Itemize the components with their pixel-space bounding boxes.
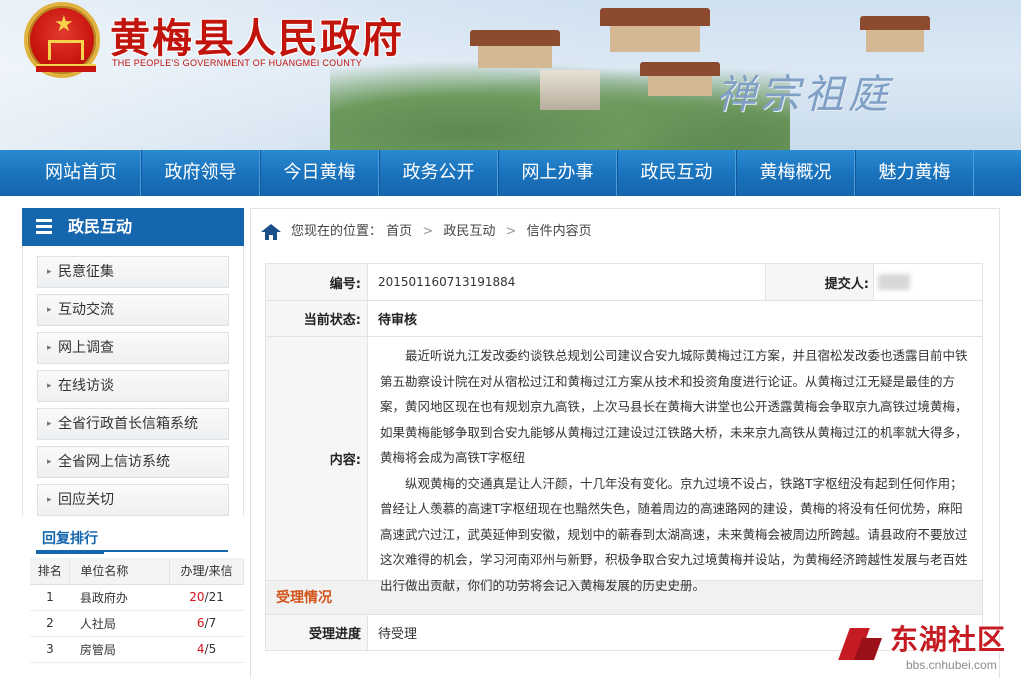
table-row: 1 县政府办 20/21 <box>30 584 244 611</box>
home-icon <box>261 224 281 240</box>
breadcrumb: 您现在的位置： 首页 > 政民互动 > 信件内容页 <box>251 209 999 255</box>
breadcrumb-separator: > <box>422 224 434 239</box>
header-slogan: 禅宗祖庭 <box>716 72 892 118</box>
breadcrumb-prefix: 您现在的位置： <box>291 224 383 239</box>
temple-roof <box>470 30 560 46</box>
ranking-handled: 20 <box>189 590 205 604</box>
status-value: 待审核 <box>378 313 418 328</box>
sidebar-item-online-survey[interactable]: 网上调查 <box>37 332 229 364</box>
sidebar: 政民互动 民意征集 互动交流 网上调查 在线访谈 全省行政首长信箱系统 全省网上… <box>22 208 244 678</box>
watermark-logo-icon <box>838 624 883 666</box>
nav-item-charm[interactable]: 魅力黄梅 <box>855 150 974 196</box>
ranking-count: 20/21 <box>169 584 244 611</box>
ranking-total: 21 <box>208 590 224 604</box>
submitter-label: 提交人: <box>766 264 874 300</box>
site-header: ★ 黄梅县人民政府 THE PEOPLE'S GOVERNMENT OF HUA… <box>0 0 1021 150</box>
ranking-rank: 2 <box>30 610 70 637</box>
nav-item-interaction[interactable]: 政民互动 <box>617 150 736 196</box>
ranking-rank: 3 <box>30 636 70 663</box>
ranking-count: 6/7 <box>169 610 244 637</box>
nav-item-leaders[interactable]: 政府领导 <box>141 150 260 196</box>
ranking-table: 排名 单位名称 办理/来信 1 县政府办 20/21 2 人社局 6/7 3 房… <box>30 558 244 663</box>
sidebar-menu: 民意征集 互动交流 网上调查 在线访谈 全省行政首长信箱系统 全省网上信访系统 … <box>22 246 244 516</box>
ranking-title: 回复排行 <box>36 524 228 554</box>
nav-item-public-affairs[interactable]: 政务公开 <box>379 150 498 196</box>
breadcrumb-current: 信件内容页 <box>526 224 592 239</box>
sidebar-item-responses[interactable]: 回应关切 <box>37 484 229 516</box>
temple-roof <box>600 8 710 26</box>
nav-item-overview[interactable]: 黄梅概况 <box>736 150 855 196</box>
temple-wall <box>648 76 712 96</box>
main-nav: 网站首页 政府领导 今日黄梅 政务公开 网上办事 政民互动 黄梅概况 魅力黄梅 <box>0 150 1021 196</box>
nav-item-home[interactable]: 网站首页 <box>22 150 141 196</box>
star-icon: ★ <box>54 12 74 37</box>
letter-detail: 编号: 201501160713191884 提交人: 当前状态: 待审核 内容… <box>265 263 983 651</box>
status-label: 当前状态: <box>266 301 368 336</box>
content-paragraph: 纵观黄梅的交通真是让人汗颜，十几年没有变化。京九过境不设占，铁路T字枢纽没有起到… <box>380 475 968 593</box>
gate-icon <box>48 40 84 60</box>
ranking-unit-link[interactable]: 县政府办 <box>69 584 170 611</box>
letter-id-row: 编号: 201501160713191884 提交人: <box>266 264 982 301</box>
ranking-title-text: 回复排行 <box>36 524 104 554</box>
progress-label: 受理进度 <box>266 615 368 650</box>
list-icon <box>36 219 52 235</box>
sidebar-item-governor-mailbox[interactable]: 全省行政首长信箱系统 <box>37 408 229 440</box>
sidebar-item-interaction[interactable]: 互动交流 <box>37 294 229 326</box>
temple-roof <box>640 62 720 76</box>
progress-value: 待受理 <box>378 627 418 642</box>
letter-id-value: 201501160713191884 <box>368 264 766 300</box>
letter-id-label: 编号: <box>266 264 368 300</box>
breadcrumb-interaction[interactable]: 政民互动 <box>443 224 495 239</box>
sidebar-item-opinion-collection[interactable]: 民意征集 <box>37 256 229 288</box>
ribbon-icon <box>36 64 96 72</box>
ranking-unit-link[interactable]: 房管局 <box>69 636 170 663</box>
site-subtitle: THE PEOPLE'S GOVERNMENT OF HUANGMEI COUN… <box>112 58 363 68</box>
temple-wall <box>478 46 552 68</box>
ranking-count: 4/5 <box>169 636 244 663</box>
sidebar-item-online-petition[interactable]: 全省网上信访系统 <box>37 446 229 478</box>
ranking-col-rank: 排名 <box>30 558 71 585</box>
ranking-total: 5 <box>208 642 217 656</box>
ranking-rank: 1 <box>30 584 70 611</box>
ranking-header-row: 排名 单位名称 办理/来信 <box>30 558 244 585</box>
content-label: 内容: <box>266 337 368 580</box>
site-title: 黄梅县人民政府 <box>110 15 404 62</box>
temple-wall <box>866 30 924 52</box>
watermark-name: 东湖社区 <box>890 623 1007 656</box>
breadcrumb-separator: > <box>505 224 517 239</box>
letter-content: 最近听说九江发改委约谈铁总规划公司建议合安九城际黄梅过江方案，并且宿松发改委也透… <box>368 337 982 593</box>
table-row: 2 人社局 6/7 <box>30 610 244 637</box>
submitter-redacted <box>874 264 982 300</box>
sidebar-header: 政民互动 <box>22 208 244 246</box>
watermark: 东湖社区 bbs.cnhubei.com <box>838 614 1020 676</box>
letter-status-row: 当前状态: 待审核 <box>266 301 982 337</box>
table-row: 3 房管局 4/5 <box>30 636 244 663</box>
temple-wall <box>610 26 700 52</box>
ranking-col-unit: 单位名称 <box>69 558 171 585</box>
temple-stairs <box>540 70 600 110</box>
main-content: 您现在的位置： 首页 > 政民互动 > 信件内容页 编号: 2015011607… <box>250 208 1000 678</box>
temple-roof <box>860 16 930 30</box>
nav-item-today[interactable]: 今日黄梅 <box>260 150 379 196</box>
sidebar-item-online-interview[interactable]: 在线访谈 <box>37 370 229 402</box>
content-paragraph: 最近听说九江发改委约谈铁总规划公司建议合安九城际黄梅过江方案，并且宿松发改委也透… <box>380 348 968 465</box>
ranking-handled: 6 <box>196 616 205 630</box>
breadcrumb-home[interactable]: 首页 <box>386 224 412 239</box>
nav-item-online-services[interactable]: 网上办事 <box>498 150 617 196</box>
ranking-handled: 4 <box>196 642 205 656</box>
national-emblem: ★ <box>24 2 100 78</box>
ranking-unit-link[interactable]: 人社局 <box>69 610 170 637</box>
watermark-url: bbs.cnhubei.com <box>906 658 997 672</box>
sidebar-title: 政民互动 <box>68 217 133 236</box>
ranking-total: 7 <box>208 616 217 630</box>
ranking-col-count: 办理/来信 <box>169 558 244 585</box>
letter-content-row: 内容: 最近听说九江发改委约谈铁总规划公司建议合安九城际黄梅过江方案，并且宿松发… <box>266 337 982 593</box>
